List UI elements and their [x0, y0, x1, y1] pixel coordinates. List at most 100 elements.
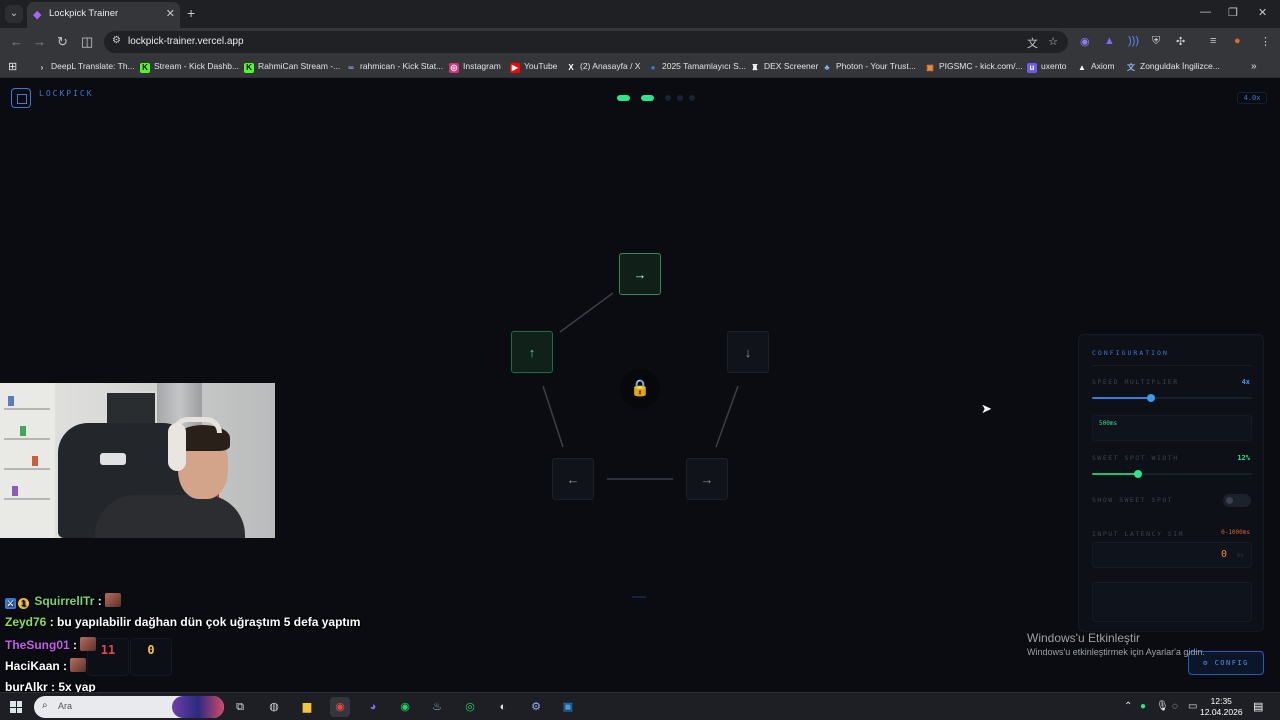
network-icon[interactable]: ▭ [1188, 701, 1197, 712]
chat-message: TheSung01 : [5, 637, 97, 652]
notification-icon[interactable]: ▤ [1253, 700, 1263, 713]
chat-text: bu yapılabilir dağhan dün çok uğraştım 5… [57, 615, 361, 629]
apps-grid-icon[interactable]: ⊞ [8, 60, 17, 73]
bookmark-uxento[interactable]: u uxento [1027, 61, 1067, 73]
chrome-icon[interactable]: ◉ [330, 697, 350, 717]
chat-username: HaciKaan [5, 659, 60, 673]
file-explorer-icon[interactable]: ▆ [297, 697, 317, 717]
pin-2: ↓ [727, 331, 769, 373]
tray-app-icon[interactable]: ◌ [1172, 701, 1178, 712]
deepl-icon: › [40, 63, 44, 72]
speed-slider-knob[interactable] [1147, 394, 1156, 402]
tray-status-icon[interactable]: ● [1140, 701, 1146, 712]
dex-icon: ♜ [751, 63, 759, 72]
bookmark-youtube[interactable]: ▶ YouTube [510, 61, 557, 73]
bookmarks-bar: ⊞ › DeepL Translate: Th... K Stream - Kick… [0, 56, 1280, 78]
spotify-icon[interactable]: ◉ [395, 697, 415, 717]
browser-menu-icon[interactable]: ⋮ [1260, 35, 1271, 48]
latency-info-box [1092, 582, 1252, 622]
x-icon: X [568, 63, 574, 72]
microphone-icon[interactable]: 🎙 [1156, 701, 1169, 712]
task-view-icon[interactable]: ⧉ [230, 697, 250, 717]
minimize-window-button[interactable]: — [1200, 6, 1211, 18]
bookmark-axiom[interactable]: ▲ Axiom [1077, 61, 1115, 73]
back-button[interactable]: ← [10, 34, 23, 49]
windows-taskbar: ⌕ Ara ⧉ ◍ ▆ ◉ ◕ ◉ ♨ ◎ ◐ ⚙ ▣ ⌃ ● 🎙 ◌ ▭ 12… [0, 692, 1280, 720]
extensions-puzzle-icon[interactable]: ✣ [1176, 35, 1185, 48]
bookmark-x[interactable]: X (2) Anasayfa / X [566, 61, 640, 73]
restore-window-button[interactable]: ❐ [1228, 6, 1238, 19]
lock-icon[interactable]: 🔒 [620, 369, 660, 409]
streak-value: 0 [147, 643, 155, 657]
search-placeholder: Ara [58, 701, 73, 711]
bookmark-zonguldak[interactable]: 文 Zonguldak İngilizce... [1126, 61, 1220, 73]
bookmark-rahmican-stream[interactable]: K RahmiCan Stream -... [244, 61, 340, 73]
speed-slider-fill [1092, 397, 1152, 399]
bookmark-kick-dashboard[interactable]: K Stream - Kick Dashb... [140, 61, 239, 73]
bookmark-star-icon[interactable]: ☆ [1048, 35, 1058, 48]
profile-avatar[interactable]: ● [1234, 35, 1241, 47]
speed-info-ms: 500ms [1099, 420, 1118, 427]
latency-value: 0 [1220, 549, 1227, 560]
tab-search-button[interactable]: ⌄ [5, 5, 23, 23]
axiom-icon: ▲ [1078, 63, 1086, 72]
browser-tab-active[interactable]: ◆ Lockpick Trainer ✕ [27, 2, 180, 28]
sweet-spot-slider[interactable] [1092, 470, 1252, 478]
chat-username: TheSung01 [5, 638, 70, 652]
windows-start-icon[interactable] [10, 701, 22, 713]
latency-range: 0-1000ms [1221, 529, 1250, 536]
chat-message: HaciKaan : [5, 658, 87, 673]
headphone-icon [168, 423, 186, 471]
whatsapp-icon[interactable]: ◎ [460, 697, 480, 717]
bookmark-deepl[interactable]: › DeepL Translate: Th... [37, 61, 135, 73]
bookmark-tamamlayici[interactable]: ● 2025 Tamamlayıcı S... [648, 61, 746, 73]
latency-unit: ms [1236, 552, 1244, 559]
obs-icon[interactable]: ◐ [493, 697, 513, 717]
side-panel-icon[interactable]: ◫ [81, 34, 93, 50]
browser-tabbar: ⌄ ◆ Lockpick Trainer ✕ + — ❐ ✕ [0, 0, 1280, 28]
taskbar-clock[interactable]: 12:35 12.04.2026 [1200, 696, 1243, 718]
tab-close-icon[interactable]: ✕ [166, 7, 175, 20]
sweet-slider-knob[interactable] [1134, 470, 1143, 478]
sweet-slider-fill [1092, 473, 1139, 475]
address-bar[interactable]: ⚙ lockpick-trainer.vercel.app 文 ☆ [104, 31, 1068, 53]
taskbar-search[interactable]: ⌕ Ara [34, 696, 224, 718]
pigsmc-icon: ▣ [926, 63, 934, 72]
timing-marker [632, 596, 646, 598]
site-info-icon[interactable]: ⚙ [112, 35, 121, 46]
bookmark-photon[interactable]: ♣ Photon - Your Trust... [822, 61, 915, 73]
bookmarks-overflow-icon[interactable]: » [1251, 61, 1257, 72]
forward-button[interactable]: → [33, 34, 46, 49]
kick-icon: K [140, 63, 150, 73]
bookmark-kick-stats[interactable]: ∞ rahmican - Kick Stat... [346, 61, 443, 73]
settings-app-icon[interactable]: ⚙ [526, 697, 546, 717]
tray-overflow-icon[interactable]: ⌃ [1124, 701, 1132, 712]
close-window-button[interactable]: ✕ [1258, 6, 1267, 19]
latency-input[interactable]: 0 ms [1092, 542, 1252, 568]
bookmark-dex-screener[interactable]: ♜ DEX Screener [750, 61, 818, 73]
discord-icon[interactable]: ◕ [363, 697, 383, 717]
panel-divider [1092, 365, 1252, 366]
sweet-spot-width-value: 12% [1237, 454, 1250, 462]
webcam-shelf [0, 383, 55, 538]
app-icon[interactable]: ▣ [558, 697, 578, 717]
extension-3-icon[interactable]: ))) [1128, 35, 1139, 47]
bookmark-pigsmc[interactable]: ▣ PIGSMC - kick.com/... [925, 61, 1022, 73]
translate-icon[interactable]: 文 [1027, 35, 1038, 51]
bookmark-instagram[interactable]: ◎ Instagram [449, 61, 501, 73]
extension-1-icon[interactable]: ◉ [1080, 35, 1090, 48]
extension-2-icon[interactable]: ▲ [1104, 35, 1115, 47]
search-highlight-image [172, 696, 224, 718]
app-icon[interactable]: ◍ [264, 697, 284, 717]
steam-icon[interactable]: ♨ [427, 697, 447, 717]
reload-button[interactable]: ↻ [57, 34, 68, 50]
show-sweet-spot-toggle[interactable] [1223, 494, 1251, 507]
new-tab-button[interactable]: + [187, 5, 195, 21]
streamer-body [95, 495, 245, 538]
tab-groups-icon[interactable]: ≡ [1210, 35, 1216, 47]
input-latency-label: INPUT LATENCY SIM [1092, 530, 1185, 538]
speed-multiplier-slider[interactable] [1092, 394, 1252, 402]
speed-multiplier-label: SPEED MULTIPLIER [1092, 378, 1179, 386]
kick-icon: K [244, 63, 254, 73]
shield-icon[interactable]: ⛨ [1152, 35, 1160, 48]
